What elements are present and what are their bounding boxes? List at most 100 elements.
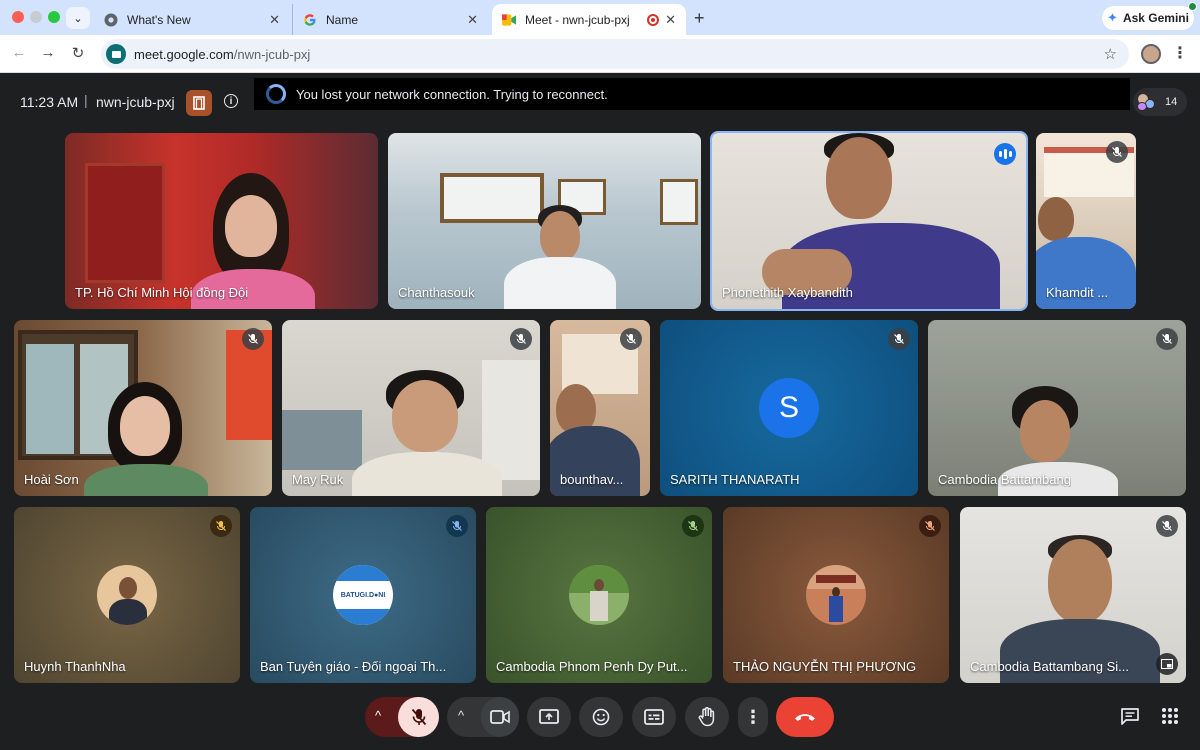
microphone-toggle-button[interactable] bbox=[398, 697, 439, 737]
tab-meet[interactable]: Meet - nwn-jcub-pxj ✕ bbox=[492, 4, 686, 35]
gemini-sparkle-icon: ✦ bbox=[1107, 10, 1118, 25]
meeting-code: nwn-jcub-pxj bbox=[96, 94, 175, 110]
more-vert-icon: ⋮ bbox=[744, 706, 762, 727]
participant-name: Cambodia Phnom Penh Dy Put... bbox=[496, 659, 688, 674]
participant-tile[interactable]: bounthav... bbox=[550, 320, 650, 496]
avatar-initial: S bbox=[778, 391, 799, 424]
window-maximize-button[interactable] bbox=[48, 11, 60, 23]
participant-tile[interactable]: S SARITH THANARATH bbox=[660, 320, 918, 496]
mic-off-icon bbox=[1156, 515, 1178, 537]
participant-name: SARITH THANARATH bbox=[670, 472, 800, 487]
participant-name: May Ruk bbox=[292, 472, 344, 487]
raise-hand-icon bbox=[698, 707, 715, 727]
raise-hand-button[interactable] bbox=[685, 697, 729, 737]
picture-in-picture-icon[interactable] bbox=[1156, 653, 1178, 675]
new-tab-button[interactable]: + bbox=[694, 8, 705, 29]
tab-search-button[interactable]: ⌄ bbox=[66, 7, 90, 29]
info-icon[interactable]: i bbox=[224, 94, 238, 108]
participant-tile-active-speaker[interactable]: Phonethith Xaybandith bbox=[710, 131, 1028, 311]
participant-tile[interactable]: TP. Hồ Chí Minh Hội đồng Đội bbox=[65, 133, 378, 309]
participant-video bbox=[352, 370, 502, 496]
participant-video bbox=[76, 382, 216, 496]
participant-tile[interactable]: BATUGI.D●NI Ban Tuyên giáo - Đối ngoại T… bbox=[250, 507, 476, 683]
chrome-icon bbox=[104, 13, 118, 27]
apps-grid-icon bbox=[1162, 708, 1178, 724]
close-icon[interactable]: ✕ bbox=[665, 12, 676, 28]
present-screen-button[interactable] bbox=[527, 697, 571, 737]
participant-tile[interactable]: Cambodia Battambang bbox=[928, 320, 1186, 496]
participant-avatar: BATUGI.D●NI bbox=[333, 565, 393, 625]
participant-tile[interactable]: May Ruk bbox=[282, 320, 540, 496]
closed-captions-icon bbox=[644, 709, 664, 725]
window-close-button[interactable] bbox=[12, 11, 24, 23]
microphone-control-group: ^ bbox=[365, 697, 439, 737]
mic-off-icon bbox=[446, 515, 468, 537]
meet-site-icon[interactable] bbox=[106, 44, 126, 64]
participant-name: Hoài Sơn bbox=[24, 472, 79, 487]
participant-avatar bbox=[97, 565, 157, 625]
camera-toggle-button[interactable] bbox=[481, 697, 519, 737]
participant-name: Huynh ThanhNha bbox=[24, 659, 126, 674]
participant-tile[interactable]: Chanthasouk bbox=[388, 133, 701, 309]
loading-spinner-icon bbox=[266, 84, 286, 104]
leave-call-button[interactable] bbox=[776, 697, 834, 737]
back-icon[interactable]: ← bbox=[9, 44, 29, 61]
browser-menu-icon[interactable]: ⋮ bbox=[1172, 43, 1188, 63]
tab-title: What's New bbox=[127, 12, 191, 27]
ask-gemini-label: Ask Gemini bbox=[1122, 11, 1189, 25]
window-minimize-button[interactable] bbox=[30, 11, 42, 23]
participant-name: Phonethith Xaybandith bbox=[722, 285, 853, 300]
send-reaction-button[interactable] bbox=[579, 697, 623, 737]
address-bar[interactable]: meet.google.com/nwn-jcub-pxj ☆ bbox=[101, 39, 1129, 69]
mic-off-icon bbox=[242, 328, 264, 350]
captions-button[interactable] bbox=[632, 697, 676, 737]
tab-name[interactable]: Name ✕ bbox=[292, 4, 488, 35]
end-call-icon bbox=[795, 714, 815, 721]
participant-count: 14 bbox=[1165, 96, 1178, 108]
participant-name: bounthav... bbox=[560, 472, 624, 487]
reload-icon[interactable]: ↻ bbox=[68, 44, 88, 62]
ask-gemini-button[interactable]: ✦ Ask Gemini bbox=[1102, 6, 1194, 30]
participant-tile[interactable]: Huynh ThanhNha bbox=[14, 507, 240, 683]
more-options-button[interactable]: ⋮ bbox=[738, 697, 768, 737]
participant-tile[interactable]: Hoài Sơn bbox=[14, 320, 272, 496]
chevron-down-icon: ⌄ bbox=[73, 12, 83, 25]
forward-icon[interactable]: → bbox=[38, 44, 58, 61]
speaking-indicator-icon bbox=[994, 143, 1016, 165]
participant-name: Chanthasouk bbox=[398, 285, 475, 300]
video-camera-icon bbox=[490, 710, 510, 724]
video-options-chevron-icon[interactable]: ^ bbox=[458, 708, 464, 723]
bookmark-star-icon[interactable]: ☆ bbox=[1104, 45, 1117, 63]
close-icon[interactable]: ✕ bbox=[269, 12, 280, 28]
mic-off-icon bbox=[510, 328, 532, 350]
audio-options-chevron-icon[interactable]: ^ bbox=[375, 708, 381, 723]
participants-button[interactable]: 14 bbox=[1133, 88, 1187, 116]
chat-icon bbox=[1121, 708, 1139, 725]
browser-tab-bar: ⌄ What's New ✕ Name ✕ Meet - nwn-jcub-px… bbox=[0, 0, 1200, 35]
tab-title: Meet - nwn-jcub-pxj bbox=[525, 12, 630, 27]
participant-tile[interactable]: Cambodia Battambang Si... bbox=[960, 507, 1186, 683]
participant-tile[interactable]: Cambodia Phnom Penh Dy Put... bbox=[486, 507, 712, 683]
emoji-icon bbox=[592, 708, 610, 726]
camera-control-group: ^ bbox=[447, 697, 519, 737]
mic-off-icon bbox=[888, 328, 910, 350]
participant-avatar bbox=[806, 565, 866, 625]
people-icon bbox=[1137, 93, 1157, 111]
mic-off-icon bbox=[210, 515, 232, 537]
google-icon bbox=[303, 13, 317, 27]
door-icon bbox=[193, 96, 205, 110]
participant-avatar: S bbox=[759, 378, 819, 438]
chat-button[interactable] bbox=[1120, 707, 1140, 730]
close-icon[interactable]: ✕ bbox=[467, 12, 478, 28]
participant-tile[interactable]: Khamdit ... bbox=[1036, 133, 1136, 309]
participant-name: Cambodia Battambang Si... bbox=[970, 659, 1129, 674]
mic-off-icon bbox=[919, 515, 941, 537]
profile-avatar[interactable] bbox=[1141, 44, 1161, 64]
host-controls-button[interactable] bbox=[186, 90, 212, 116]
mic-off-icon bbox=[411, 708, 426, 726]
activities-button[interactable] bbox=[1161, 707, 1179, 730]
participant-avatar bbox=[569, 565, 629, 625]
tab-whats-new[interactable]: What's New ✕ bbox=[94, 4, 290, 35]
mic-off-icon bbox=[1156, 328, 1178, 350]
participant-tile[interactable]: THẢO NGUYỄN THỊ PHƯƠNG bbox=[723, 507, 949, 683]
